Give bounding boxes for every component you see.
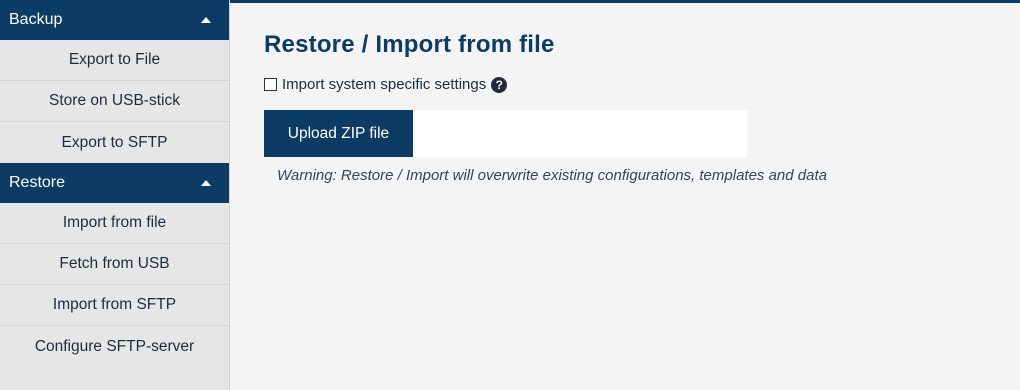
sidebar-section-restore[interactable]: Restore: [0, 163, 229, 203]
sidebar-item-fetch-from-usb[interactable]: Fetch from USB: [0, 244, 229, 285]
file-name-field[interactable]: [413, 110, 747, 157]
sidebar-section-backup[interactable]: Backup: [0, 0, 229, 40]
top-divider: [230, 0, 1020, 3]
sidebar-item-import-from-file[interactable]: Import from file: [0, 203, 229, 244]
sidebar-item-store-on-usb-stick[interactable]: Store on USB-stick: [0, 81, 229, 122]
checkbox-label: Import system specific settings: [282, 76, 487, 93]
sidebar-item-label: Export to SFTP: [61, 133, 168, 151]
sidebar-item-import-from-sftp[interactable]: Import from SFTP: [0, 285, 229, 326]
sidebar-item-label: Import from file: [62, 214, 167, 231]
question-circle-icon[interactable]: ?: [491, 76, 508, 93]
sidebar-item-label: Configure SFTP-server: [34, 337, 195, 355]
import-system-settings-option[interactable]: Import system specific settings ?: [264, 76, 508, 93]
sidebar-section-label: Restore: [9, 174, 66, 191]
upload-zip-button[interactable]: Upload ZIP file: [264, 110, 413, 157]
sidebar: Backup Export to File Store on USB-stick…: [0, 0, 230, 390]
sidebar-item-export-to-sftp[interactable]: Export to SFTP: [0, 122, 229, 163]
caret-up-icon[interactable]: [201, 17, 211, 23]
sidebar-item-label: Store on USB-stick: [49, 92, 180, 109]
upload-control: Upload ZIP file: [264, 110, 747, 157]
sidebar-item-label: Export to File: [68, 51, 161, 68]
sidebar-item-export-to-file[interactable]: Export to File: [0, 40, 229, 81]
sidebar-item-label: Fetch from USB: [59, 255, 170, 272]
sidebar-section-label: Backup: [9, 11, 63, 28]
import-system-settings-checkbox[interactable]: [264, 78, 277, 91]
page-title: Restore / Import from file: [264, 31, 555, 58]
sidebar-item-configure-sftp-server[interactable]: Configure SFTP-server: [0, 326, 229, 367]
warning-text: Warning: Restore / Import will overwrite…: [277, 167, 827, 184]
sidebar-item-label: Import from SFTP: [52, 296, 177, 313]
main-content: Restore / Import from file Import system…: [230, 0, 1020, 390]
caret-up-icon[interactable]: [201, 180, 211, 186]
